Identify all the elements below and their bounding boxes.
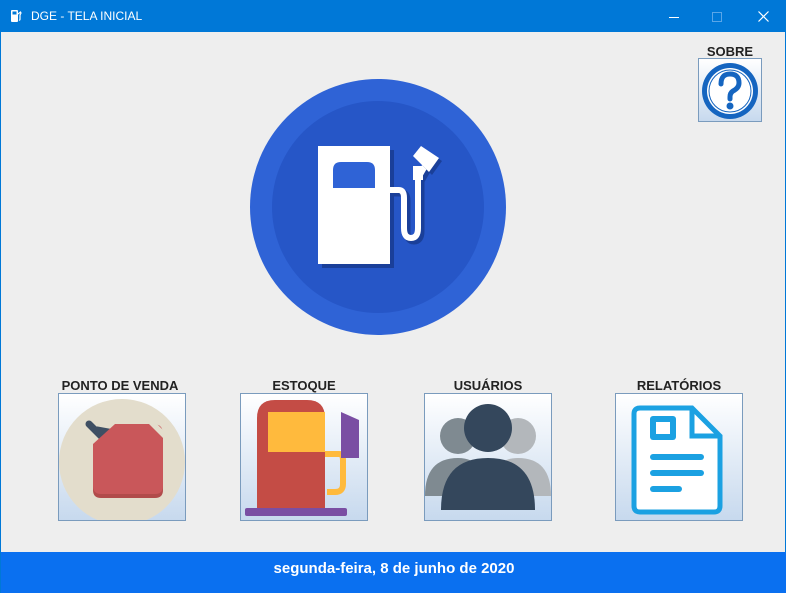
maximize-button — [694, 1, 740, 32]
question-mark-icon — [702, 63, 758, 119]
users-label: USUÁRIOS — [453, 378, 523, 393]
window-title: DGE - TELA INICIAL — [31, 9, 143, 23]
users-button[interactable] — [424, 393, 552, 521]
title-bar[interactable]: DGE - TELA INICIAL — [1, 1, 786, 32]
minimize-button[interactable] — [651, 1, 697, 32]
current-date: segunda-feira, 8 de junho de 2020 — [273, 560, 515, 577]
fuel-pump-logo — [250, 79, 506, 335]
app-fuel-icon — [11, 10, 22, 22]
close-icon — [757, 11, 769, 22]
maximize-icon — [712, 11, 722, 22]
pos-label: PONTO DE VENDA — [61, 378, 179, 393]
main-window: DGE - TELA INICIAL SOBRE PONTO DE VENDA … — [0, 0, 786, 593]
fuel-pump-icon — [245, 400, 359, 516]
close-button[interactable] — [740, 1, 786, 32]
minimize-icon — [669, 16, 679, 18]
users-icon — [425, 404, 551, 510]
about-button[interactable] — [698, 58, 762, 122]
point-of-sale-button[interactable] — [58, 393, 186, 521]
reports-label: RELATÓRIOS — [636, 378, 722, 393]
fuel-can-icon — [59, 399, 185, 520]
stock-button[interactable] — [240, 393, 368, 521]
status-bar: segunda-feira, 8 de junho de 2020 — [1, 552, 786, 593]
reports-button[interactable] — [615, 393, 743, 521]
about-label: SOBRE — [706, 44, 754, 59]
stock-label: ESTOQUE — [272, 378, 336, 393]
document-icon — [631, 405, 723, 515]
